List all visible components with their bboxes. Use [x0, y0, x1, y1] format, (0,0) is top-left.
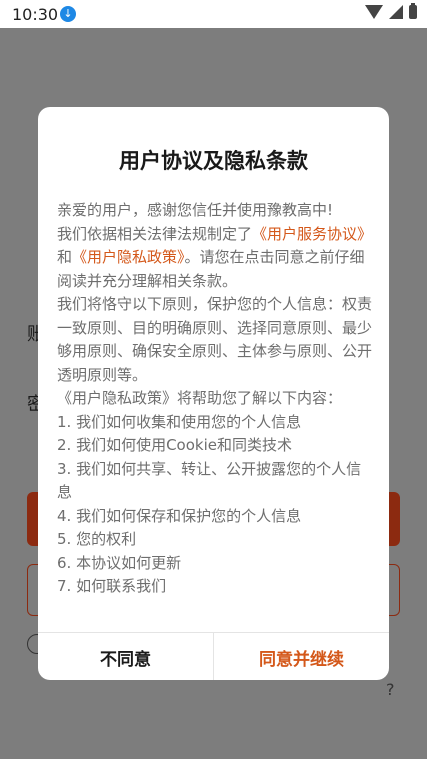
list-item: 3. 我们如何共享、转让、公开披露您的个人信息 [57, 459, 362, 502]
signal-icon [389, 5, 403, 19]
list-item: 4. 我们如何保存和保护您的个人信息 [57, 506, 302, 525]
wifi-icon [365, 5, 383, 19]
agree-continue-button[interactable]: 同意并继续 [214, 633, 389, 680]
list-item: 6. 本协议如何更新 [57, 553, 182, 572]
disagree-button[interactable]: 不同意 [38, 633, 214, 680]
list-item: 1. 我们如何收集和使用您的个人信息 [57, 412, 302, 431]
dialog-body[interactable]: 亲爱的用户，感谢您信任并使用豫教高中! 我们依据相关法律法规制定了《用户服务协议… [57, 199, 373, 632]
battery-icon [409, 3, 417, 19]
list-item: 7. 如何联系我们 [57, 577, 167, 595]
status-icons [365, 3, 417, 19]
list-item: 2. 我们如何使用Cookie和同类技术 [57, 436, 292, 454]
privacy-dialog: 用户协议及隐私条款 亲爱的用户，感谢您信任并使用豫教高中! 我们依据相关法律法规… [38, 107, 389, 680]
agreement-text-and: 和 [57, 248, 73, 266]
agreement-text: 我们依据相关法律法规制定了《用户服务协议》和《用户隐私政策》。请您在点击同意之前… [57, 223, 373, 294]
service-agreement-link[interactable]: 《用户服务协议》 [252, 225, 372, 243]
list-item: 5. 您的权利 [57, 530, 137, 548]
intro-text: 亲爱的用户，感谢您信任并使用豫教高中! [57, 201, 334, 219]
status-time: 10:30 [12, 5, 59, 24]
privacy-policy-link[interactable]: 《用户隐私政策》 [72, 248, 185, 266]
agreement-text-pre: 我们依据相关法律法规制定了 [57, 224, 253, 243]
help-text: ? [386, 680, 395, 699]
dialog-footer: 不同意 同意并继续 [38, 632, 389, 680]
download-icon: ↓ [60, 6, 76, 22]
status-bar: 10:30 ↓ [0, 0, 427, 28]
policy-intro-text: 《用户隐私政策》将帮助您了解以下内容： [57, 389, 343, 407]
principles-text: 我们将恪守以下原则，保护您的个人信息：权责一致原则、目的明确原则、选择同意原则、… [57, 295, 373, 384]
dialog-title: 用户协议及隐私条款 [119, 149, 308, 173]
